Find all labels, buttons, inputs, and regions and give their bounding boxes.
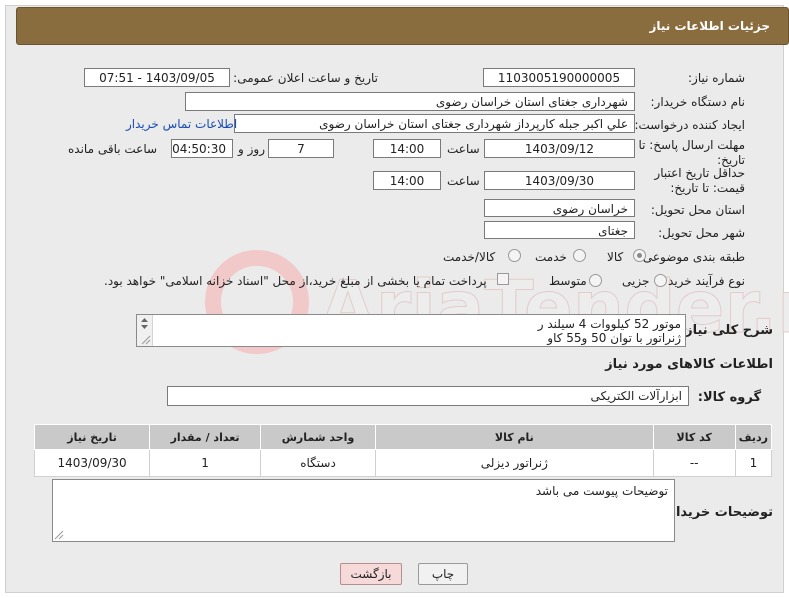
- cell-unit: دستگاه: [259, 449, 377, 477]
- description-textarea[interactable]: موتور 52 کیلووات 4 سیلند ر ژنراتور با تو…: [136, 314, 686, 347]
- buyer-org-label: نام دستگاه خریدار:: [650, 95, 746, 109]
- deadline-time-label: ساعت: [447, 142, 480, 156]
- goods-table-header: ردیف کد کالا نام کالا واحد شمارش تعداد /…: [33, 424, 773, 450]
- cell-qty: 1: [149, 449, 261, 477]
- col-code: کد کالا: [652, 424, 736, 450]
- remaining-time-field: 04:50:30: [171, 139, 233, 158]
- announce-label: تاریخ و ساعت اعلان عمومی:: [233, 71, 378, 85]
- announce-datetime-field: 1403/09/05 - 07:51: [84, 68, 230, 87]
- category-radio-goods-service[interactable]: [508, 249, 521, 262]
- print-button[interactable]: چاپ: [418, 563, 468, 585]
- need-number-field: 1103005190000005: [483, 68, 635, 87]
- validity-time-label: ساعت: [447, 174, 480, 188]
- col-unit: واحد شمارش: [259, 424, 377, 450]
- deadline-date-field: 1403/09/12: [484, 139, 635, 158]
- validity-date-field: 1403/09/30: [484, 171, 635, 190]
- cell-date: 1403/09/30: [33, 449, 151, 477]
- province-label: استان محل تحویل:: [650, 203, 745, 217]
- table-row: 1 -- ژنراتور دیزلی دستگاه 1 1403/09/30: [33, 449, 773, 477]
- col-qty: تعداد / مقدار: [149, 424, 261, 450]
- process-label: نوع فرآیند خرید :: [660, 274, 745, 288]
- back-button[interactable]: بازگشت: [340, 563, 402, 585]
- process-option-medium: متوسط: [549, 274, 587, 288]
- days-label: روز و: [238, 142, 265, 156]
- category-radio-service[interactable]: [573, 249, 586, 262]
- process-option-minor: جزیی: [622, 274, 650, 288]
- treasury-checkbox[interactable]: [497, 273, 509, 285]
- deadline-time-field: 14:00: [373, 139, 441, 158]
- description-scrollbar[interactable]: [137, 315, 153, 346]
- need-number-label: شماره نیاز:: [688, 71, 745, 85]
- cell-row: 1: [734, 449, 773, 477]
- col-date: تاریخ نیاز: [33, 424, 151, 450]
- buyer-contact-link[interactable]: اطلاعات تماس خریدار: [126, 117, 237, 131]
- province-field: خراسان رضوی: [484, 199, 635, 217]
- remaining-label: ساعت باقی مانده: [68, 142, 158, 156]
- goods-info-title: اطلاعات کالاهای مورد نیاز: [605, 357, 773, 372]
- category-option-service: خدمت: [535, 250, 567, 264]
- description-label: شرح کلی نیاز:: [679, 323, 773, 338]
- treasury-payment-text: پرداخت تمام یا بخشی از مبلغ خرید،از محل …: [104, 274, 487, 288]
- goods-group-field: ابزارآلات الکتریکی: [167, 386, 689, 406]
- validity-label: حداقل تاریخ اعتبار قیمت: تا تاریخ:: [654, 166, 745, 195]
- goods-group-label: گروه کالا:: [697, 390, 761, 405]
- creator-label: ایجاد کننده درخواست:: [634, 118, 745, 132]
- page-header: جزئیات اطلاعات نیاز: [16, 7, 789, 45]
- cell-name: ژنراتور دیزلی: [375, 449, 654, 477]
- resize-grip-icon: [54, 530, 64, 540]
- col-row: ردیف: [734, 424, 773, 450]
- process-radio-medium[interactable]: [589, 274, 602, 287]
- description-line-1: موتور 52 کیلووات 4 سیلند ر: [537, 317, 681, 331]
- days-field: 7: [268, 139, 334, 158]
- goods-table: ردیف کد کالا نام کالا واحد شمارش تعداد /…: [33, 424, 773, 477]
- buyer-notes-label: توضیحات خریدار:: [663, 505, 773, 520]
- validity-time-field: 14:00: [373, 171, 441, 190]
- buyer-notes-text: توضیحات پیوست می باشد: [535, 484, 668, 498]
- creator-field: علي اكبر جبله كارپرداز شهرداری جغتای است…: [234, 114, 635, 133]
- category-option-goods: کالا: [607, 250, 624, 264]
- cell-code: --: [652, 449, 736, 477]
- category-label: طبقه بندی موضوعی:: [638, 250, 745, 264]
- city-field: جغتای: [484, 221, 635, 239]
- category-radio-goods[interactable]: [633, 249, 646, 262]
- page-title: جزئیات اطلاعات نیاز: [649, 19, 770, 33]
- scroll-arrows-icon: [141, 318, 151, 345]
- col-name: نام کالا: [375, 424, 654, 450]
- deadline-label: مهلت ارسال پاسخ: تا تاریخ:: [638, 138, 745, 167]
- description-line-2: ژنراتور با توان 50 و55 کاو: [547, 331, 681, 345]
- buyer-notes-textarea[interactable]: توضیحات پیوست می باشد: [52, 479, 675, 542]
- buyer-org-field: شهرداری جغتای استان خراسان رضوی: [185, 92, 635, 111]
- city-label: شهر محل تحویل:: [658, 226, 745, 240]
- category-option-goods-service: کالا/خدمت: [443, 250, 496, 264]
- process-radio-minor[interactable]: [654, 274, 667, 287]
